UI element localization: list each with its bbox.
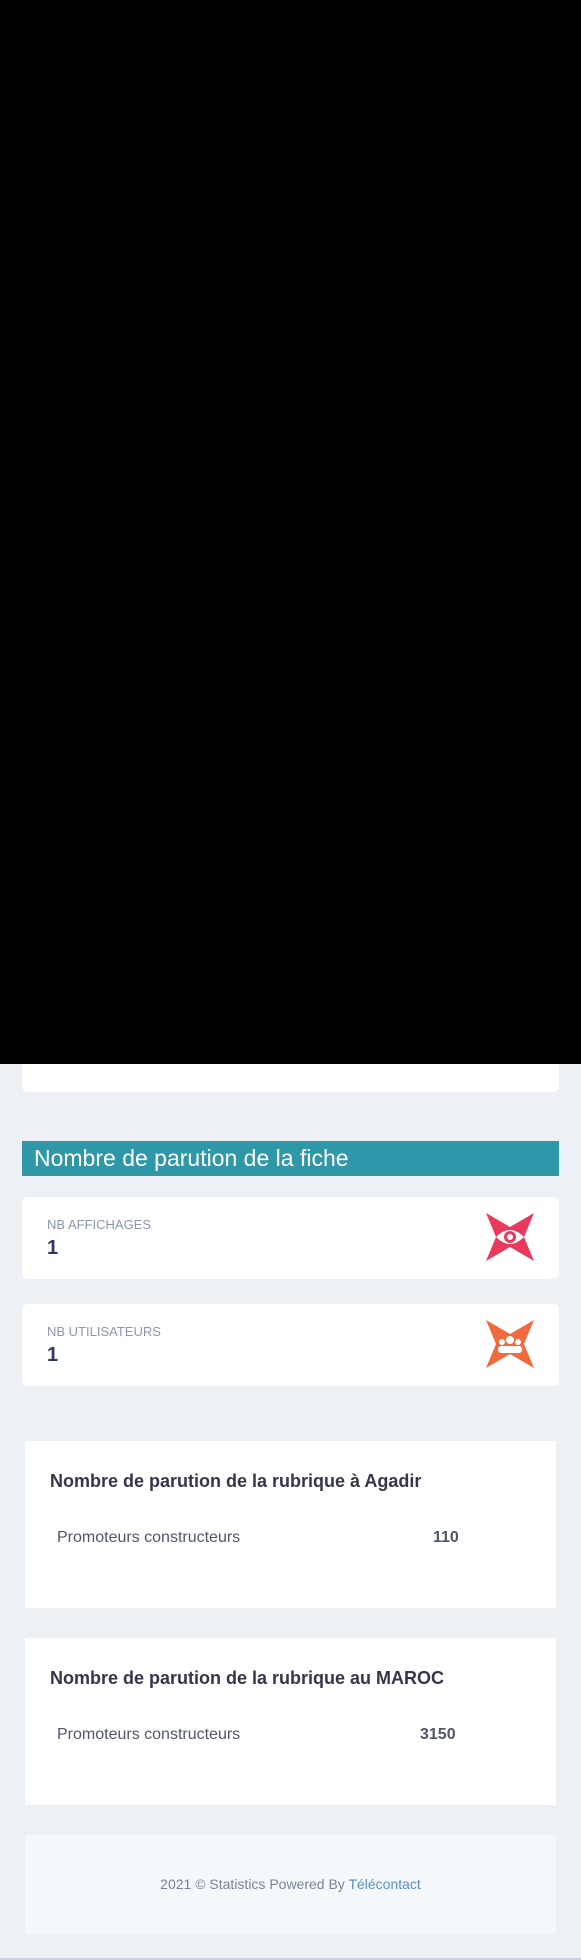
rubrique-title: Nombre de parution de la rubrique à Agad… bbox=[50, 1471, 422, 1491]
section-title: Nombre de parution de la fiche bbox=[34, 1145, 349, 1171]
rubrique-row-label: Promoteurs constructeurs bbox=[57, 1726, 241, 1743]
stat-value: 1 bbox=[47, 1237, 59, 1259]
section-header: Nombre de parution de la fiche bbox=[22, 1141, 559, 1176]
rubrique-row-value: 110 bbox=[433, 1529, 459, 1546]
rubrique-title: Nombre de parution de la rubrique au MAR… bbox=[50, 1668, 445, 1688]
footer: 2021 © Statistics Powered By Télécontact bbox=[25, 1835, 556, 1934]
footer-text: 2021 © Statistics Powered By bbox=[160, 1876, 345, 1892]
hidden-region bbox=[0, 0, 581, 1064]
rubrique-row-value: 3150 bbox=[420, 1726, 456, 1743]
rubrique-card-agadir: Nombre de parution de la rubrique à Agad… bbox=[25, 1441, 556, 1608]
footer-link[interactable]: Télécontact bbox=[348, 1876, 420, 1892]
stat-value: 1 bbox=[47, 1344, 59, 1366]
stat-card-utilisateurs: NB UTILISATEURS 1 bbox=[22, 1304, 559, 1386]
card-bottom bbox=[22, 1064, 559, 1092]
stat-label: NB UTILISATEURS bbox=[47, 1324, 161, 1339]
stat-label: NB AFFICHAGES bbox=[47, 1217, 152, 1232]
rubrique-card-maroc: Nombre de parution de la rubrique au MAR… bbox=[25, 1638, 556, 1805]
users-icon bbox=[486, 1320, 534, 1368]
stat-card-affichages: NB AFFICHAGES 1 bbox=[22, 1197, 559, 1279]
eye-icon bbox=[486, 1213, 534, 1261]
rubrique-row-label: Promoteurs constructeurs bbox=[57, 1529, 241, 1546]
